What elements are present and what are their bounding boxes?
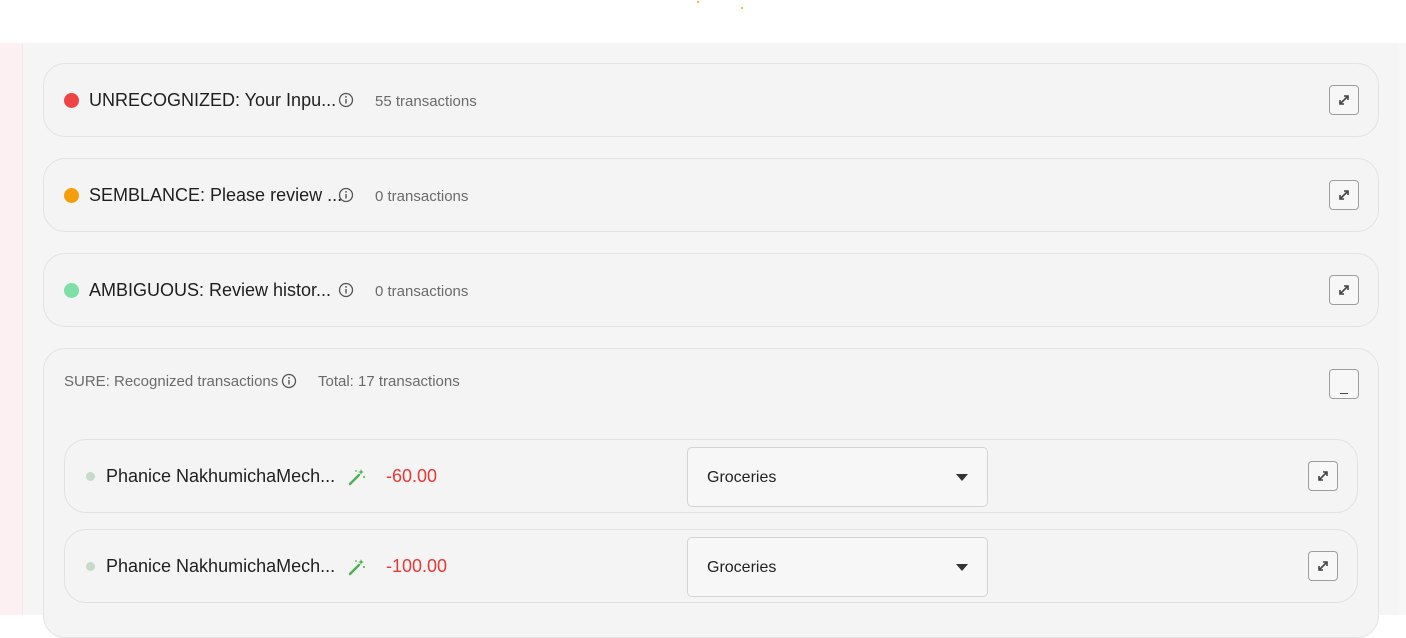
minimize-button[interactable]: _ [1329, 369, 1359, 399]
category-value: Groceries [707, 469, 777, 486]
group-sure: SURE: Recognized transactions Total: 17 … [43, 348, 1379, 638]
magic-wand-icon[interactable] [348, 558, 366, 576]
expand-icon [1318, 471, 1328, 481]
chevron-down-icon [956, 474, 968, 481]
transaction-name: Phanice NakhumichaMech... [106, 466, 336, 486]
status-dot-red [64, 93, 79, 108]
info-icon[interactable] [338, 92, 354, 108]
info-icon[interactable] [281, 373, 297, 389]
category-select[interactable]: Groceries [687, 447, 988, 507]
group-ambiguous: AMBIGUOUS: Review histor... 0 transactio… [43, 253, 1379, 327]
transaction-name: Phanice NakhumichaMech... [106, 556, 336, 576]
transaction-row: Phanice NakhumichaMech... -60.00 Groceri… [64, 439, 1358, 513]
expand-button[interactable] [1308, 551, 1338, 581]
expand-button[interactable] [1329, 180, 1359, 210]
group-count: 0 transactions [375, 188, 469, 205]
expand-icon [1339, 285, 1349, 295]
info-icon[interactable] [338, 282, 354, 298]
group-title: AMBIGUOUS: Review histor... [89, 280, 332, 300]
transaction-row: Phanice NakhumichaMech... -100.00 Grocer… [64, 529, 1358, 603]
top-bar [0, 0, 1406, 43]
chevron-down-icon [956, 564, 968, 571]
category-value: Groceries [707, 559, 777, 576]
expand-button[interactable] [1329, 275, 1359, 305]
expand-icon [1339, 190, 1349, 200]
group-semblance: SEMBLANCE: Please review ... 0 transacti… [43, 158, 1379, 232]
status-dot-green [64, 283, 79, 298]
status-dot-orange [64, 188, 79, 203]
category-select[interactable]: Groceries [687, 537, 988, 597]
scrollbar-track[interactable] [1398, 43, 1406, 615]
transaction-amount: -60.00 [386, 466, 438, 486]
group-title: UNRECOGNIZED: Your Inpu... [89, 90, 337, 110]
magic-wand-icon[interactable] [348, 468, 366, 486]
info-icon[interactable] [338, 187, 354, 203]
left-sidebar-edge [0, 43, 23, 615]
expand-icon [1318, 561, 1328, 571]
group-title: SEMBLANCE: Please review ... [89, 185, 343, 205]
transaction-status-dot [86, 472, 95, 481]
loading-dot [697, 1, 699, 3]
sure-title: SURE: Recognized transactions [64, 373, 279, 390]
expand-icon [1339, 95, 1349, 105]
group-count: 0 transactions [375, 283, 469, 300]
group-count: 55 transactions [375, 93, 477, 110]
expand-button[interactable] [1329, 85, 1359, 115]
group-unrecognized: UNRECOGNIZED: Your Inpu... 55 transactio… [43, 63, 1379, 137]
transaction-status-dot [86, 562, 95, 571]
sure-total: Total: 17 transactions [318, 373, 460, 390]
expand-button[interactable] [1308, 461, 1338, 491]
loading-dot [741, 7, 743, 9]
transaction-amount: -100.00 [386, 556, 448, 576]
